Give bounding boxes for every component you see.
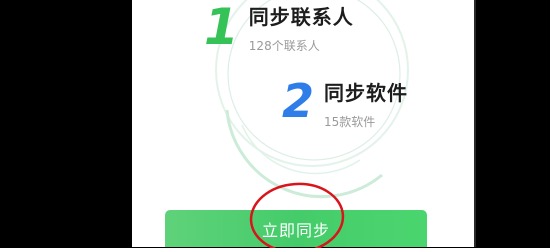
step-subtitle-contacts: 128个联系人 [248, 39, 320, 53]
step-subtitle-apps: 15款软件 [324, 115, 376, 129]
step-sync-apps: 2 同步软件 15款软件 [282, 78, 408, 130]
step-title-contacts: 同步联系人 [248, 5, 354, 29]
phone-screen: 1 同步联系人 128个联系人 2 同步软件 15款软件 立即同步 [132, 0, 474, 247]
screen-edge [474, 0, 476, 247]
sync-now-button[interactable]: 立即同步 [165, 210, 427, 247]
step-number-1: 1 [204, 0, 239, 56]
step-sync-contacts: 1 同步联系人 128个联系人 [204, 2, 354, 54]
step-title-apps: 同步软件 [324, 81, 409, 105]
step-number-2: 2 [282, 74, 315, 128]
